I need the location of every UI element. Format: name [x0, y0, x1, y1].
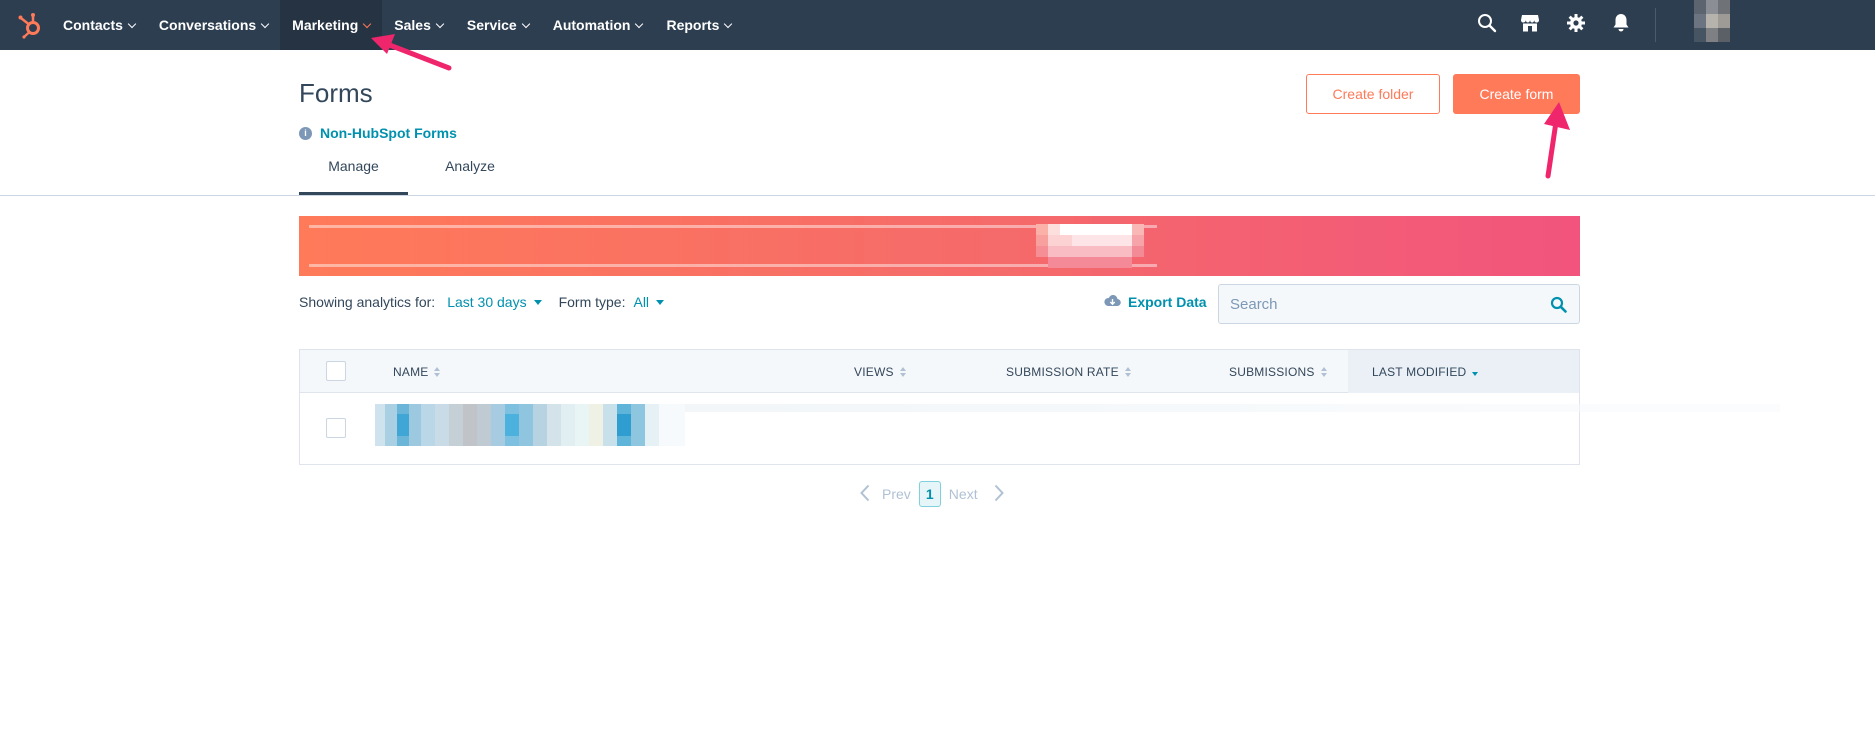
nav-label: Conversations	[158, 17, 257, 33]
tab-analyze[interactable]: Analyze	[435, 158, 505, 196]
column-header-views[interactable]: VIEWS	[854, 350, 954, 393]
forms-table: NAME VIEWS SUBMISSION RATE SUBMISSIONS L…	[299, 349, 1780, 465]
search-button[interactable]	[1477, 0, 1497, 50]
non-hubspot-forms-link[interactable]: i Non-HubSpot Forms	[299, 125, 457, 141]
caret-down-icon	[533, 299, 542, 305]
form-type-dropdown[interactable]: All	[633, 294, 665, 310]
banner-line	[309, 225, 1157, 228]
export-data-button[interactable]: Export Data	[1104, 294, 1207, 310]
column-header-name[interactable]: NAME	[393, 350, 693, 393]
promo-banner	[299, 216, 1580, 276]
hubspot-logo-icon[interactable]	[16, 11, 44, 39]
next-page-button[interactable]: Next	[949, 486, 978, 502]
search-icon	[1477, 13, 1497, 38]
marketplace-icon	[1520, 13, 1540, 38]
redacted-form-name[interactable]	[375, 404, 685, 446]
current-page-number[interactable]: 1	[918, 481, 941, 507]
bell-icon	[1612, 13, 1630, 38]
tab-label: Analyze	[445, 158, 495, 174]
nav-label: Automation	[552, 17, 631, 33]
banner-line	[309, 264, 1157, 267]
prev-page-button[interactable]: Prev	[882, 486, 911, 502]
table-row[interactable]	[300, 393, 1780, 464]
row-checkbox[interactable]	[326, 418, 346, 438]
tab-label: Manage	[328, 158, 379, 174]
chevron-down-icon	[635, 19, 644, 28]
analytics-period-dropdown[interactable]: Last 30 days	[447, 294, 542, 310]
marketplace-button[interactable]	[1520, 0, 1540, 50]
main-nav-menu: Contacts Conversations Marketing Sales S…	[63, 0, 743, 50]
table-header: NAME VIEWS SUBMISSION RATE SUBMISSIONS L…	[300, 350, 1579, 393]
top-navigation-bar: Contacts Conversations Marketing Sales S…	[0, 0, 1875, 50]
column-header-submissions[interactable]: SUBMISSIONS	[1229, 350, 1349, 393]
nav-item-sales[interactable]: Sales	[382, 0, 455, 50]
non-hubspot-forms-label: Non-HubSpot Forms	[320, 125, 457, 141]
export-data-label: Export Data	[1128, 294, 1207, 310]
nav-label: Reports	[666, 17, 720, 33]
nav-item-contacts[interactable]: Contacts	[51, 0, 147, 50]
column-label: SUBMISSION RATE	[1006, 364, 1119, 379]
chevron-left-icon[interactable]	[860, 484, 870, 505]
select-all-checkbox[interactable]	[326, 361, 346, 381]
sort-icon	[434, 366, 441, 377]
chevron-down-icon	[435, 19, 445, 28]
nav-label: Service	[466, 17, 517, 33]
nav-label: Sales	[394, 17, 431, 33]
chevron-down-icon	[724, 19, 733, 28]
chevron-down-icon	[260, 19, 270, 28]
sort-descending-icon	[1472, 371, 1479, 376]
gear-icon	[1566, 13, 1586, 38]
form-type-label: Form type:	[558, 294, 626, 310]
pagination: Prev 1 Next	[860, 481, 1004, 507]
chevron-right-icon[interactable]	[994, 484, 1004, 505]
sort-icon	[1124, 366, 1131, 377]
cloud-download-icon	[1104, 294, 1121, 310]
info-icon: i	[299, 126, 312, 140]
tab-divider	[0, 195, 1875, 196]
search-icon[interactable]	[1550, 296, 1567, 318]
sort-icon	[899, 366, 906, 377]
column-label: VIEWS	[854, 364, 894, 379]
nav-item-reports[interactable]: Reports	[654, 0, 743, 50]
chevron-down-icon	[521, 19, 530, 28]
notifications-button[interactable]	[1612, 0, 1630, 50]
account-avatar[interactable]	[1676, 0, 1748, 42]
create-folder-button[interactable]: Create folder	[1306, 74, 1440, 114]
nav-item-conversations[interactable]: Conversations	[147, 0, 280, 50]
page-title: Forms	[299, 78, 373, 108]
caret-down-icon	[656, 299, 665, 305]
nav-item-automation[interactable]: Automation	[541, 0, 655, 50]
nav-label: Marketing	[292, 17, 359, 33]
column-header-submission-rate[interactable]: SUBMISSION RATE	[1006, 350, 1166, 393]
column-label: SUBMISSIONS	[1229, 364, 1315, 379]
redacted-banner-text	[1036, 224, 1144, 268]
search-input[interactable]	[1230, 285, 1530, 323]
analytics-filters: Showing analytics for: Last 30 days Form…	[299, 294, 665, 310]
analytics-period-label: Showing analytics for:	[299, 294, 436, 310]
form-type-value: All	[633, 294, 650, 310]
column-label: NAME	[393, 364, 429, 379]
column-label: LAST MODIFIED	[1372, 364, 1467, 379]
sort-icon	[1320, 366, 1327, 377]
nav-item-marketing[interactable]: Marketing	[280, 0, 383, 50]
redacted-row-values	[685, 404, 1780, 412]
create-form-button[interactable]: Create form	[1453, 74, 1580, 114]
chevron-down-icon	[363, 19, 372, 28]
tab-bar: Manage Analyze	[299, 158, 505, 196]
tab-manage[interactable]: Manage	[299, 158, 408, 196]
search-box	[1218, 284, 1580, 324]
nav-item-service[interactable]: Service	[455, 0, 541, 50]
chevron-down-icon	[127, 19, 137, 28]
settings-button[interactable]	[1566, 0, 1586, 50]
analytics-period-value: Last 30 days	[447, 294, 527, 310]
nav-label: Contacts	[63, 17, 123, 33]
nav-divider	[1655, 8, 1656, 42]
column-header-last-modified[interactable]: LAST MODIFIED	[1348, 350, 1579, 393]
